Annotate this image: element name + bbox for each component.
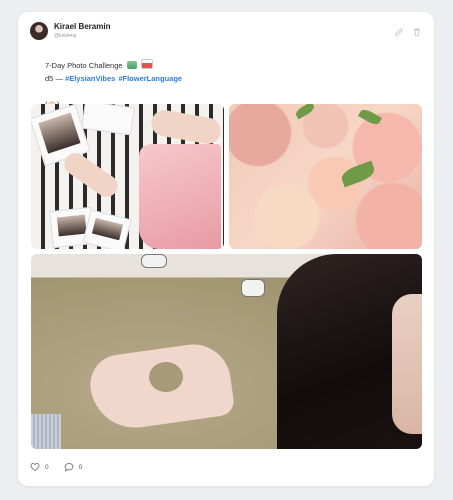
hand (149, 108, 223, 146)
sleeve (31, 414, 61, 449)
leaf (339, 160, 377, 188)
day-label: d5 — (45, 74, 63, 83)
author-name[interactable]: Kirael Beramin (54, 22, 110, 31)
picture-emoji-icon (126, 61, 137, 69)
like-count: 0 (45, 463, 49, 471)
shoe (241, 279, 265, 297)
trash-icon[interactable] (412, 24, 422, 37)
shoe (141, 254, 167, 268)
heart-hand-gap (149, 362, 183, 392)
post-image-3[interactable] (31, 254, 422, 449)
challenge-title: 7-Day Photo Challenge (45, 61, 123, 70)
heart-icon (30, 463, 40, 472)
polaroid-photo (81, 104, 135, 136)
avatar[interactable] (30, 22, 48, 40)
polaroid-photo (82, 209, 132, 249)
post-line-2: d5 — #ElysianVibes #FlowerLanguage (45, 72, 182, 85)
comment-icon (64, 463, 74, 472)
hashtag-elysianvibes[interactable]: #ElysianVibes (65, 74, 115, 83)
leaf (357, 107, 383, 127)
comment-button[interactable]: 0 (64, 462, 83, 472)
author-handle: @kirkieraj (54, 33, 77, 39)
post-footer: 0 0 (30, 462, 97, 472)
post-line-blank (45, 85, 182, 98)
post-image-1[interactable] (31, 104, 224, 249)
hand (60, 148, 122, 202)
post-image-2[interactable] (229, 104, 422, 249)
face (392, 294, 422, 434)
post-header: Kirael Beramin @kirkieraj (30, 22, 422, 52)
calendar-emoji-icon (140, 59, 153, 69)
like-button[interactable]: 0 (30, 462, 49, 472)
post-card: Kirael Beramin @kirkieraj 7-Day Photo Ch… (18, 12, 434, 486)
hashtag-flowerlanguage[interactable]: #FlowerLanguage (118, 74, 182, 83)
leaf (294, 104, 316, 120)
post-line-1: 7-Day Photo Challenge (45, 59, 182, 72)
pencil-icon[interactable] (394, 24, 404, 37)
comment-count: 0 (78, 463, 83, 471)
post-actions (394, 24, 422, 37)
pink-skirt (139, 144, 221, 249)
